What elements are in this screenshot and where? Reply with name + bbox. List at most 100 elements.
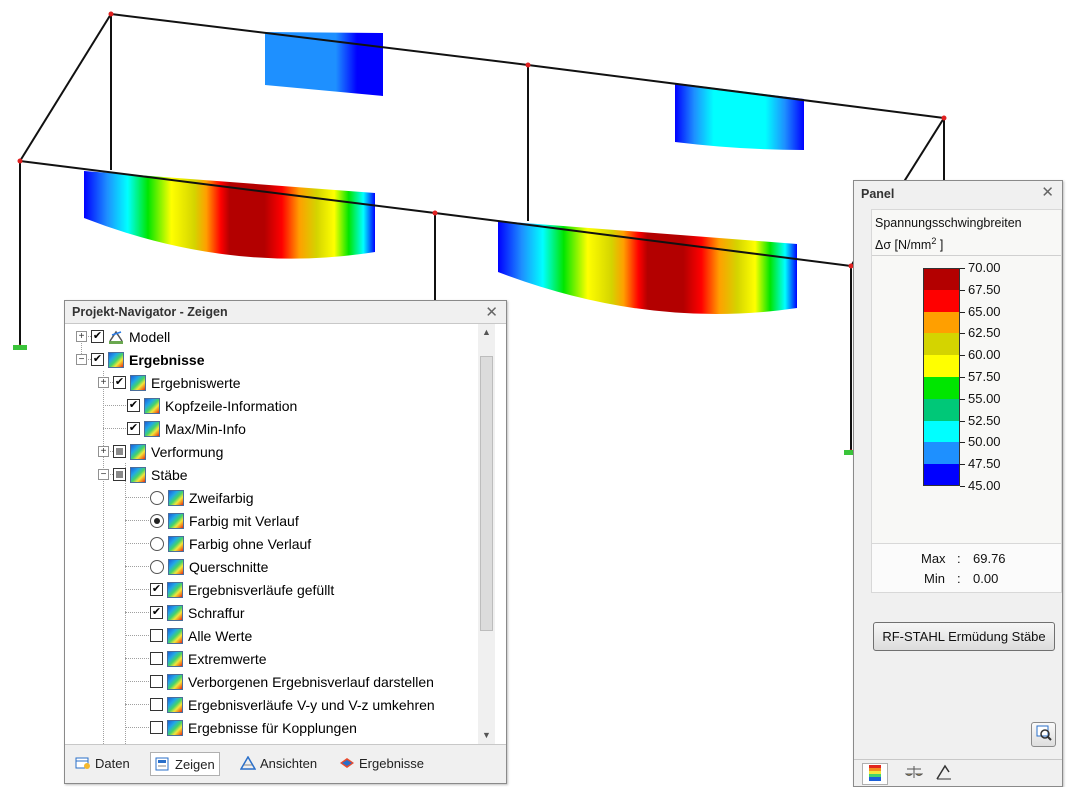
legend-label: 60.00 [968, 347, 1001, 363]
checkbox-checked[interactable]: ✔ [91, 330, 104, 343]
expand-icon[interactable]: + [98, 446, 109, 457]
results-icon [144, 397, 160, 414]
result-diagram-front-left [84, 171, 375, 259]
navigator-title-bar: Projekt-Navigator - Zeigen ✕ [65, 301, 506, 324]
checkbox-checked[interactable]: ✔ [113, 376, 126, 389]
navigator-tree: + − + + − ✔ Modell ✔ Ergebnisse ✔ Ergebn… [66, 324, 479, 744]
tab-label: Zeigen [175, 756, 215, 772]
collapse-icon[interactable]: − [76, 354, 87, 365]
results-icon [130, 374, 146, 391]
tree-item-kopfzeile-information[interactable]: ✔ Kopfzeile-Information [127, 394, 297, 417]
tree-item-label: Querschnitte [189, 558, 269, 575]
tab-ansichten[interactable]: Ansichten [236, 752, 321, 774]
balance-icon [904, 764, 924, 783]
legend-tick [960, 268, 965, 269]
checkbox-checked[interactable]: ✔ [150, 583, 163, 596]
results-panel: Panel ✕ Spannungsschwingbreiten Δσ [N/mm… [853, 180, 1063, 787]
tree-item-label: Ergebnisse [129, 351, 205, 368]
results-icon [167, 581, 183, 598]
checkbox-checked[interactable]: ✔ [127, 399, 140, 412]
radio-button[interactable] [150, 490, 164, 505]
tree-item-schraffur[interactable]: ✔ Schraffur [150, 601, 245, 624]
legend-tick [960, 355, 965, 357]
tree-item-zweifarbig[interactable]: Zweifarbig [150, 486, 254, 509]
tab-label: Daten [95, 755, 130, 771]
checkbox-partial[interactable] [113, 445, 126, 458]
radio-button[interactable] [150, 536, 164, 551]
collapse-icon[interactable]: − [98, 469, 109, 480]
checkbox-unchecked[interactable] [150, 721, 163, 734]
color-scale-tab[interactable] [862, 763, 888, 785]
checkbox-unchecked[interactable] [150, 698, 163, 711]
expand-icon[interactable]: + [76, 331, 87, 342]
min-value: 0.00 [973, 571, 999, 586]
zoom-panel-button[interactable] [1031, 722, 1056, 747]
tab-zeigen[interactable]: Zeigen [150, 752, 220, 776]
legend-label: 65.00 [968, 303, 1001, 319]
max-separator: : [957, 551, 961, 566]
scroll-up-icon[interactable]: ▲ [478, 324, 495, 341]
checkbox-partial[interactable] [113, 468, 126, 481]
min-label: Min [924, 571, 945, 586]
checkbox-checked[interactable]: ✔ [127, 422, 140, 435]
max-min-box: Max : 69.76 Min : 0.00 [871, 543, 1062, 593]
expand-icon[interactable]: + [98, 377, 109, 388]
color-legend: Spannungsschwingbreiten Δσ [N/mm2 ] 70.0… [871, 209, 1062, 546]
tree-item-verborgenen-ergebnisverlauf[interactable]: Verborgenen Ergebnisverlauf darstellen [150, 670, 434, 693]
magnifier-icon [1036, 725, 1052, 744]
tree-item-max-min-info[interactable]: ✔ Max/Min-Info [127, 417, 246, 440]
legend-tick [960, 486, 965, 487]
legend-label: 50.00 [968, 434, 1001, 450]
tree-item-ergebnisverlaeufe-gefuellt[interactable]: ✔ Ergebnisverläufe gefüllt [150, 578, 334, 601]
tree-item-farbig-mit-verlauf[interactable]: Farbig mit Verlauf [150, 509, 299, 532]
tree-item-staebe[interactable]: Stäbe [113, 463, 188, 486]
project-navigator: Projekt-Navigator - Zeigen ✕ + − + + − ✔… [64, 300, 507, 784]
tree-item-verformung[interactable]: Verformung [113, 440, 223, 463]
legend-tick [960, 311, 965, 313]
tree-item-label: Max/Min-Info [165, 420, 246, 437]
legend-label: 52.50 [968, 412, 1001, 428]
tree-item-label: Verformung [151, 443, 224, 460]
legend-label: 70.00 [968, 260, 1001, 275]
rf-stahl-module-button[interactable]: RF-STAHL Ermüdung Stäbe [873, 622, 1055, 651]
data-icon [75, 756, 91, 770]
tree-item-ergebniswerte[interactable]: ✔ Ergebniswerte [113, 371, 241, 394]
results-icon [167, 673, 183, 690]
tree-item-label: Extremwerte [188, 650, 267, 667]
results-icon [144, 420, 160, 437]
legend-label: 67.50 [968, 281, 1001, 297]
tree-item-label: Ergebniswerte [151, 374, 241, 391]
tree-item-ergebnisse[interactable]: ✔ Ergebnisse [91, 348, 204, 371]
tree-item-farbig-ohne-verlauf[interactable]: Farbig ohne Verlauf [150, 532, 311, 555]
tree-scrollbar[interactable]: ▲ ▼ [478, 324, 495, 744]
tree-item-querschnitte[interactable]: Querschnitte [150, 555, 268, 578]
scrollbar-thumb[interactable] [480, 356, 493, 631]
radio-button-selected[interactable] [150, 513, 164, 528]
checkbox-unchecked[interactable] [150, 652, 163, 665]
checkbox-checked[interactable]: ✔ [150, 606, 163, 619]
tab-label: Ergebnisse [359, 755, 425, 771]
results-icon [167, 650, 183, 667]
results-icon [108, 351, 124, 368]
tab-ergebnisse[interactable]: Ergebnisse [335, 752, 428, 774]
legend-unit: Δσ [N/mm2 ] [875, 236, 943, 252]
checkbox-unchecked[interactable] [150, 675, 163, 688]
radio-button[interactable] [150, 559, 164, 574]
checkbox-unchecked[interactable] [150, 629, 163, 642]
results-icon [167, 627, 183, 644]
scroll-down-icon[interactable]: ▼ [478, 727, 495, 744]
tab-daten[interactable]: Daten [71, 752, 134, 774]
close-icon[interactable]: ✕ [485, 303, 498, 321]
tree-item-label: Ergebnisverläufe gefüllt [188, 581, 335, 598]
tree-item-label: Farbig mit Verlauf [189, 512, 299, 529]
tree-item-ergebnisverlaeufe-umkehren[interactable]: Ergebnisverläufe V-y und V-z umkehren [150, 693, 435, 716]
tree-item-ergebnisse-fuer-kopplungen[interactable]: Ergebnisse für Kopplungen [150, 716, 357, 739]
tree-item-alle-werte[interactable]: Alle Werte [150, 624, 252, 647]
tree-item-modell[interactable]: ✔ Modell [91, 325, 170, 348]
balance-tab[interactable] [902, 763, 926, 783]
checkbox-checked[interactable]: ✔ [91, 353, 104, 366]
close-icon[interactable]: ✕ [1041, 183, 1054, 201]
views-tab[interactable] [932, 763, 956, 783]
tree-item-extremwerte[interactable]: Extremwerte [150, 647, 267, 670]
legend-description: Spannungsschwingbreiten [875, 216, 1022, 230]
